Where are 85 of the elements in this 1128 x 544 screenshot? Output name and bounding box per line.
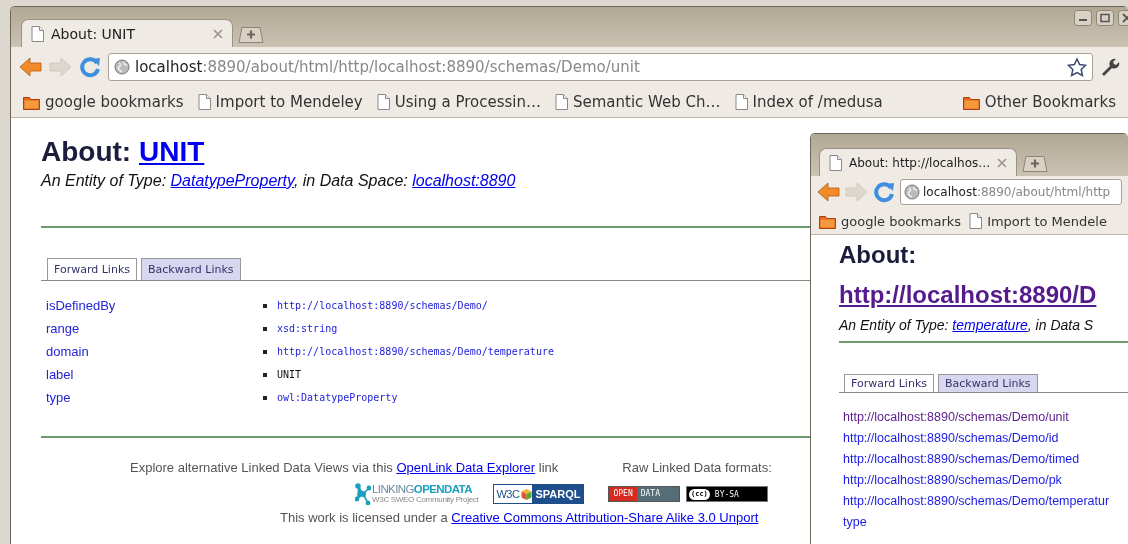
back-arrow-icon[interactable] [817, 182, 840, 202]
logo-wordmark: LINKINGOPENDATA [372, 484, 473, 496]
property-value-link[interactable]: xsd:string [277, 323, 338, 334]
link-tab[interactable]: Forward Links [47, 258, 137, 280]
resource-link[interactable]: http://localhost:8890/schemas/Demo/temperatur [843, 491, 1128, 512]
page-icon [31, 25, 44, 42]
address-text: localhost:8890/about/html/http [923, 185, 1111, 199]
bookmark-item[interactable]: Other Bookmarks [962, 93, 1116, 111]
reload-icon[interactable] [873, 181, 895, 203]
resource-link[interactable]: http://localhost:8890/schemas/Demo/id [843, 428, 1128, 449]
badge-text: SPARQL [532, 485, 584, 503]
page-heading: About: http://localhost:8890/D [839, 240, 1098, 310]
reload-icon[interactable] [79, 56, 101, 78]
folder-icon [819, 213, 836, 229]
page-icon [734, 94, 748, 110]
badge-text: OPEN [609, 487, 637, 501]
page-icon [555, 94, 568, 110]
browser-tab[interactable]: About: UNIT [21, 19, 233, 47]
bullet-mark [263, 326, 267, 331]
badge-text: DATA [636, 487, 679, 501]
folder-icon [23, 94, 40, 110]
cube-icon [521, 488, 533, 500]
subtitle-link[interactable]: DatatypeProperty [170, 172, 294, 189]
bookmark-star-icon[interactable] [1067, 57, 1087, 77]
resource-link[interactable]: http://localhost:8890/schemas/Demo/unit [843, 407, 1128, 428]
globe-icon [114, 59, 130, 75]
network-icon [355, 483, 371, 505]
bookmark-item[interactable]: google bookmarks [819, 213, 962, 229]
heading-link[interactable]: http://localhost:8890/D [839, 281, 1097, 308]
property-name[interactable]: range [41, 321, 263, 336]
property-value-link[interactable]: http://localhost:8890/schemas/Demo/ [277, 300, 488, 311]
link-tab[interactable]: Backward Links [141, 258, 241, 280]
property-value: UNIT [277, 369, 302, 380]
address-field[interactable]: localhost:8890/about/html/http/localhost:8890/schemas/Demo/unit [108, 53, 1093, 81]
bookmark-item[interactable]: Semantic Web Ch… [555, 93, 721, 111]
bullet-mark [263, 303, 267, 308]
close-icon[interactable] [213, 28, 223, 39]
browser-tab[interactable]: About: http://localhos… [819, 148, 1018, 176]
page-icon [829, 154, 842, 171]
resource-link[interactable]: http://localhost:8890/schemas/Demo/pk [843, 470, 1128, 491]
property-name[interactable]: domain [41, 344, 263, 359]
page-icon [197, 94, 211, 110]
explorer-link[interactable]: OpenLink Data Explorer [396, 460, 536, 475]
entity-subtitle: An Entity of Type: temperature, in Data S [839, 316, 1095, 335]
property-name[interactable]: type [41, 390, 263, 405]
bullet-mark [263, 395, 267, 400]
minimize-icon[interactable] [1074, 10, 1092, 26]
link-tab[interactable]: Backward Links [938, 374, 1038, 392]
bullet-mark [263, 372, 267, 377]
heading-link[interactable]: UNIT [138, 136, 205, 167]
resource-link[interactable]: http://localhost:8890/schemas/Demo/timed [843, 449, 1128, 470]
bookmark-item[interactable]: Import to Mendeley [197, 93, 363, 111]
badge-text: BY-SA [714, 489, 739, 499]
license-link[interactable]: Creative Commons Attribution-Share Alike 3.0 Unport [451, 510, 759, 525]
raw-formats-label: Raw Linked Data formats: [622, 460, 772, 476]
bookmark-item[interactable]: Index of /medusa [734, 93, 883, 111]
link-tab[interactable]: Forward Links [844, 374, 934, 392]
badge-text: W3C [495, 488, 521, 500]
resource-link[interactable]: type [843, 512, 1128, 533]
address-text: localhost:8890/about/html/http/localhost:8890/schemas/Demo/unit [135, 58, 640, 76]
globe-icon [904, 184, 920, 200]
open-data-badge[interactable]: OPEN DATA [608, 486, 680, 502]
maximize-icon[interactable] [1096, 10, 1114, 26]
property-name[interactable]: isDefinedBy [41, 298, 263, 313]
page-icon [969, 213, 983, 229]
bookmark-item[interactable]: Using a Processin… [376, 93, 541, 111]
new-tab-icon[interactable] [238, 26, 264, 43]
logo-caption: W3C SWEO Community Project [372, 495, 479, 504]
explore-text: Explore alternative Linked Data Views via this OpenLink Data Explorer link [130, 460, 559, 476]
back-arrow-icon[interactable] [19, 57, 42, 77]
new-tab-icon[interactable] [1022, 155, 1049, 172]
property-value-link[interactable]: owl:DatatypeProperty [277, 392, 398, 403]
property-value-link[interactable]: http://localhost:8890/schemas/Demo/temperature [277, 346, 554, 357]
subtitle-link[interactable]: localhost:8890 [412, 172, 516, 189]
sparql-badge[interactable]: W3C SPARQL [493, 484, 585, 504]
bullet-mark [263, 349, 267, 354]
address-field[interactable]: localhost:8890/about/html/http [900, 179, 1122, 205]
wrench-icon[interactable] [1100, 57, 1120, 77]
close-icon[interactable] [997, 157, 1008, 168]
subtitle-link[interactable]: temperature [952, 317, 1028, 333]
folder-icon [962, 94, 980, 110]
page-icon [376, 94, 390, 110]
bookmark-item[interactable]: Import to Mendele [969, 213, 1107, 229]
property-name[interactable]: label [41, 367, 263, 382]
bookmark-item[interactable]: google bookmarks [23, 93, 184, 111]
